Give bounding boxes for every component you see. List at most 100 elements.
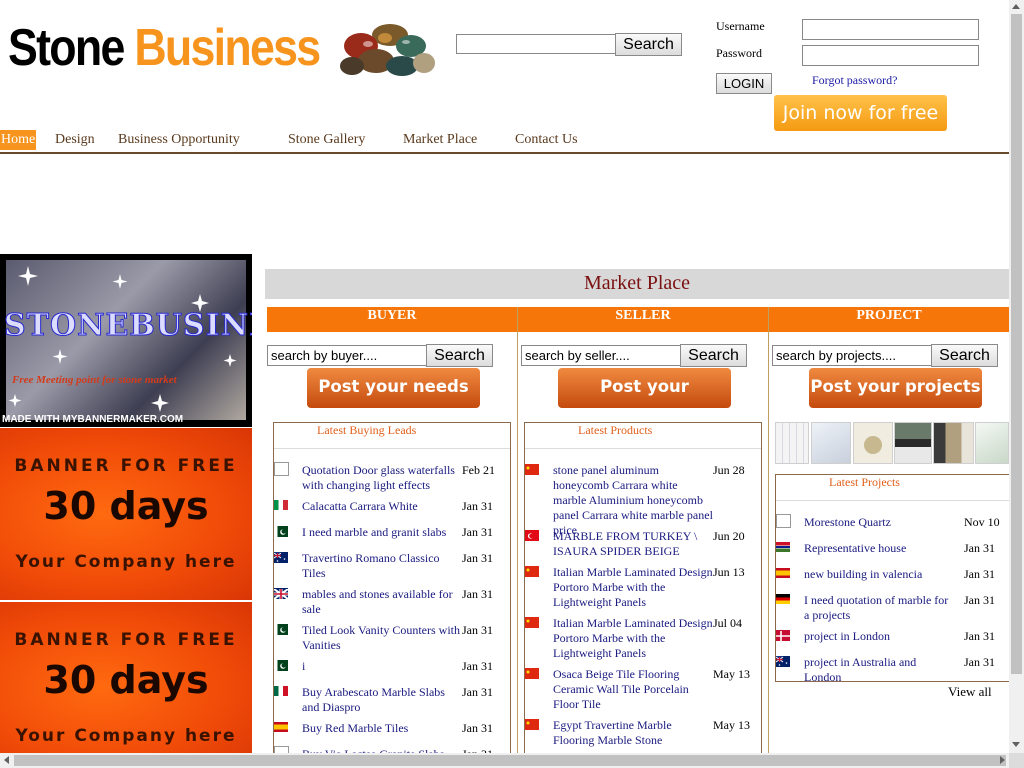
scroll-up-arrow[interactable] (1012, 4, 1020, 9)
pakistan-flag-icon (274, 624, 288, 635)
scroll-down-arrow[interactable] (1012, 742, 1020, 747)
password-label: Password (716, 46, 763, 60)
product-title[interactable]: Italian Marble Laminated Design Portoro … (553, 616, 713, 661)
buying-lead-date: Jan 31 (462, 685, 493, 699)
product-date: Jun 20 (713, 529, 745, 543)
buying-lead-title[interactable]: I need marble and granit slabs (302, 525, 460, 540)
product-title[interactable]: MARBLE FROM TURKEY \ ISAURA SPIDER BEIGE (553, 529, 713, 559)
buying-lead-title[interactable]: Quotation Door glass waterfalls with cha… (302, 463, 460, 493)
nav-home[interactable]: Home (0, 130, 37, 150)
buying-lead-date: Jan 31 (462, 587, 493, 601)
project-date: Jan 31 (964, 629, 995, 643)
market-place-title: Market Place (265, 269, 1009, 299)
panel-separator (525, 448, 761, 449)
latest-products-title: Latest Products (578, 423, 653, 437)
post-products-button[interactable]: Post your products (558, 368, 731, 434)
buying-lead-title[interactable]: Buy Red Marble Tiles (302, 721, 460, 736)
post-projects-button[interactable]: Post your projects (809, 368, 982, 408)
seller-search-input[interactable]: search by seller.... (521, 345, 681, 366)
project-title[interactable]: I need quotation of marble for a project… (804, 593, 956, 623)
buying-lead-title[interactable]: mables and stones available for sale (302, 587, 460, 617)
buying-lead-title[interactable]: Travertino Romano Classico Tiles (302, 551, 460, 581)
username-label: Username (716, 19, 765, 33)
password-field[interactable] (802, 45, 979, 66)
project-title[interactable]: new building in valencia (804, 567, 956, 582)
project-title[interactable]: Representative house (804, 541, 956, 556)
banner-line-1: BANNER FOR FREE (14, 456, 238, 476)
latest-projects-title: Latest Projects (829, 475, 900, 489)
product-title[interactable]: Italian Marble Laminated Design Portoro … (553, 565, 713, 610)
seller-search-button[interactable]: Search (680, 344, 747, 367)
vertical-scrollbar[interactable] (1009, 0, 1024, 753)
banner-line-1: BANNER FOR FREE (14, 630, 238, 650)
spain-flag-icon (776, 568, 790, 578)
view-all-projects-link[interactable]: View all (948, 684, 992, 700)
buying-lead-title[interactable]: Calacatta Carrara White (302, 499, 460, 514)
scroll-left-arrow[interactable] (4, 756, 9, 764)
pakistan-flag-icon (274, 660, 288, 671)
buying-lead-title[interactable]: Tiled Look Vanity Counters with Vanities (302, 623, 460, 653)
nav-stone-gallery[interactable]: Stone Gallery (288, 130, 365, 150)
nav-design[interactable]: Design (55, 130, 95, 150)
project-thumbnail[interactable] (811, 422, 851, 464)
project-search-button[interactable]: Search (931, 344, 998, 367)
china-flag-icon (525, 566, 539, 577)
china-flag-icon (525, 464, 539, 475)
horizontal-scrollbar[interactable] (0, 753, 1009, 768)
project-thumbnail[interactable] (775, 422, 809, 464)
free-banner-1[interactable]: BANNER FOR FREE 30 days Your Company her… (0, 428, 252, 600)
buying-lead-date: Jan 31 (462, 551, 493, 565)
banner-line-2: 30 days (43, 484, 209, 528)
mexico-flag-icon (274, 686, 288, 696)
stonebusiness-banner[interactable]: STONEBUSINESS Free Meeting point for sto… (0, 254, 252, 427)
nav-divider (0, 152, 1009, 154)
product-date: May 13 (713, 718, 750, 732)
project-thumbnail[interactable] (933, 422, 974, 464)
scroll-right-arrow[interactable] (1000, 756, 1005, 764)
project-search-input[interactable]: search by projects.... (772, 345, 932, 366)
project-title[interactable]: project in London (804, 629, 956, 644)
join-now-button[interactable]: Join now for free (774, 95, 947, 131)
project-thumbnail[interactable] (894, 422, 932, 464)
product-date: Jun 28 (713, 463, 745, 477)
vertical-scroll-thumb[interactable] (1011, 14, 1022, 674)
buying-lead-title[interactable]: Buy Arabescato Marble Slabs and Diaspro (302, 685, 460, 715)
banner-line-3: Your Company here (15, 726, 237, 746)
banner-tagline: Free Meeting point for stone market (12, 374, 177, 386)
logo-word-stone: Stone (8, 19, 125, 77)
australia-flag-icon (273, 552, 288, 563)
project-date: Jan 31 (964, 567, 995, 581)
nav-market-place[interactable]: Market Place (403, 130, 477, 150)
product-title[interactable]: Osaca Beige Tile Flooring Ceramic Wall T… (553, 667, 713, 712)
buyer-search-button[interactable]: Search (426, 344, 493, 367)
post-needs-button[interactable]: Post your needs (307, 368, 480, 408)
denmark-flag-icon (776, 630, 790, 641)
nav-contact-us[interactable]: Contact Us (515, 130, 578, 150)
free-banner-2[interactable]: BANNER FOR FREE 30 days Your Company her… (0, 602, 252, 753)
turkey-flag-icon (525, 530, 539, 541)
nav-business-opportunity[interactable]: Business Opportunity (118, 130, 240, 150)
horizontal-scroll-thumb[interactable] (14, 755, 1006, 766)
column-divider (768, 307, 769, 753)
product-title[interactable]: stone panel aluminum honeycomb Carrara w… (553, 463, 713, 538)
seller-heading: SELLER (518, 307, 768, 332)
username-field[interactable] (802, 19, 979, 40)
forgot-password-link[interactable]: Forgot password? (812, 73, 897, 88)
login-button[interactable]: LOGIN (716, 73, 772, 94)
site-search-input[interactable] (456, 34, 616, 54)
scrollbar-corner (1009, 753, 1024, 768)
project-title[interactable]: Morestone Quartz (804, 515, 956, 530)
buying-lead-date: Jan 31 (462, 659, 493, 673)
project-thumbnail[interactable] (853, 422, 893, 464)
product-date: Jun 13 (713, 565, 745, 579)
site-search-button[interactable]: Search (615, 33, 682, 56)
project-thumbnail[interactable] (975, 422, 1009, 464)
buying-lead-title[interactable]: i (302, 659, 460, 674)
site-logo[interactable]: Stone Business (8, 18, 321, 78)
product-title[interactable]: Egypt Travertine Marble Flooring Marble … (553, 718, 713, 748)
germany-flag-icon (776, 594, 790, 604)
project-title[interactable]: project in Australia and London (804, 655, 956, 685)
uk-flag-icon (273, 588, 289, 600)
banner-line-3: Your Company here (15, 552, 237, 572)
buyer-search-input[interactable]: search by buyer.... (267, 345, 427, 366)
